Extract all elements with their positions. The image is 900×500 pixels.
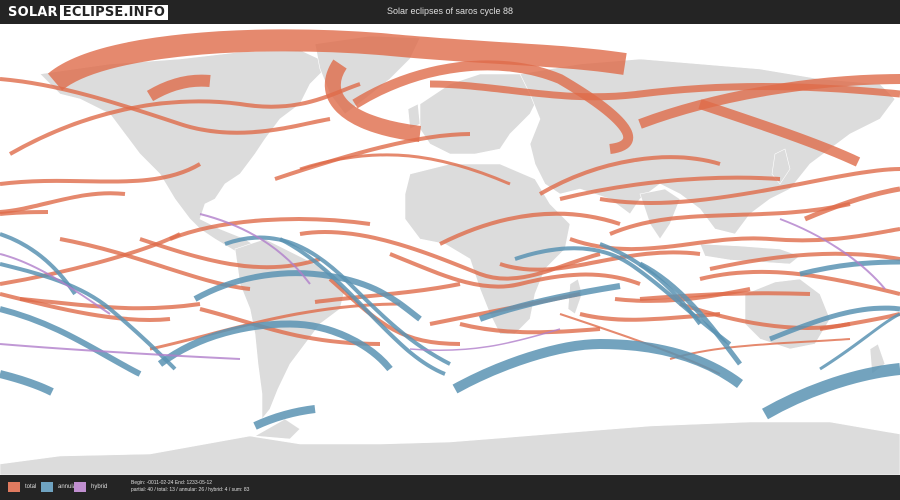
- map-svg: [0, 29, 900, 475]
- summary-counts: partial: 40 / total: 13 / annular: 26 / …: [131, 487, 250, 493]
- land-australia: [744, 278, 831, 350]
- eclipse-summary: Begin: -0011-02-24 End: 1233-05-12 parti…: [131, 480, 249, 494]
- land-india: [639, 188, 681, 240]
- legend-label-hybrid: hybrid: [91, 484, 108, 490]
- path-annular-2: [762, 363, 900, 420]
- legend-item-hybrid: hybrid: [74, 482, 107, 492]
- page-title: Solar eclipses of saros cycle 88: [386, 6, 514, 16]
- path-total-11: [0, 191, 126, 214]
- top-bar: SOLAR ECLIPSE.INFO Solar eclipses of sar…: [0, 0, 900, 24]
- world-map: [0, 24, 900, 475]
- land-antarctica: [0, 421, 900, 475]
- path-total-12: [0, 210, 49, 216]
- legend-label-total: total: [25, 484, 37, 490]
- path-annular-1: [0, 370, 54, 396]
- path-total-38: [459, 322, 601, 335]
- path-hybrid-2: [0, 343, 241, 360]
- legend-swatch-hybrid: [74, 482, 86, 492]
- legend-swatch-total: [8, 482, 20, 492]
- summary-dates: Begin: -0011-02-24 End: 1233-05-12: [131, 480, 213, 486]
- legend-item-total: total: [8, 482, 36, 492]
- legend-swatch-annular: [41, 482, 53, 492]
- path-total-18: [804, 186, 900, 222]
- path-annular-16: [799, 259, 900, 277]
- path-annular-8: [0, 232, 77, 296]
- path-annular-3: [452, 338, 743, 394]
- footer-bar: total annular hybrid Begin: -0011-02-24 …: [0, 475, 900, 500]
- legend-item-annular: annular: [41, 482, 78, 492]
